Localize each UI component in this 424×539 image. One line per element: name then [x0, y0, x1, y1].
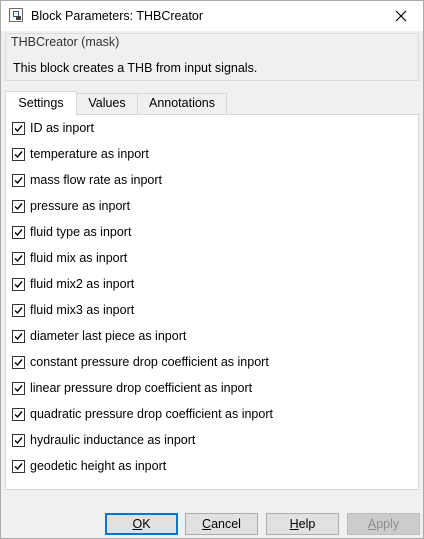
apply-button-label: pply	[376, 517, 400, 531]
checkbox[interactable]	[12, 200, 25, 213]
checkmark-icon	[14, 437, 23, 445]
checkbox-label: pressure as inport	[30, 199, 131, 213]
checkmark-icon	[14, 177, 23, 185]
checkbox-label: fluid mix3 as inport	[30, 303, 135, 317]
checkbox[interactable]	[12, 174, 25, 187]
checkbox-label: mass flow rate as inport	[30, 173, 162, 187]
checkmark-icon	[14, 203, 23, 211]
ok-button[interactable]: OK	[105, 513, 178, 535]
window-title: Block Parameters: THBCreator	[31, 9, 204, 23]
checkbox-label: diameter last piece as inport	[30, 329, 187, 343]
checkbox-label: temperature as inport	[30, 147, 149, 161]
ok-button-label: K	[142, 517, 151, 531]
help-button[interactable]: Help	[266, 513, 339, 535]
checkbox-label: hydraulic inductance as inport	[30, 433, 196, 447]
checkbox[interactable]	[12, 122, 25, 135]
checkbox-label: ID as inport	[30, 121, 94, 135]
checkmark-icon	[14, 255, 23, 263]
tab-settings[interactable]: Settings	[5, 91, 77, 116]
dialog-window: Block Parameters: THBCreator THBCreator …	[0, 0, 424, 539]
checkbox[interactable]	[12, 252, 25, 265]
cancel-button-mnemonic: C	[202, 517, 212, 531]
checkbox-label: fluid type as inport	[30, 225, 132, 239]
checkbox[interactable]	[12, 278, 25, 291]
checkbox-label: fluid mix2 as inport	[30, 277, 135, 291]
mask-description: This block creates a THB from input sign…	[13, 61, 258, 75]
cancel-button-label: ancel	[211, 517, 241, 531]
checkbox-label: fluid mix as inport	[30, 251, 128, 265]
help-button-label: elp	[298, 517, 316, 531]
checkmark-icon	[14, 359, 23, 367]
checkbox[interactable]	[12, 304, 25, 317]
checkbox[interactable]	[12, 408, 25, 421]
checkbox[interactable]	[12, 226, 25, 239]
checkbox-label: quadratic pressure drop coefficient as i…	[30, 407, 273, 421]
close-icon	[395, 10, 407, 22]
checkbox[interactable]	[12, 330, 25, 343]
apply-button[interactable]: Apply	[347, 513, 420, 535]
checkmark-icon	[14, 229, 23, 237]
ok-button-mnemonic: O	[132, 517, 143, 531]
checkbox[interactable]	[12, 434, 25, 447]
checkmark-icon	[14, 333, 23, 341]
checkbox-label: constant pressure drop coefficient as in…	[30, 355, 269, 369]
checkmark-icon	[14, 411, 23, 419]
help-button-mnemonic: H	[289, 517, 299, 531]
checkmark-icon	[14, 281, 23, 289]
checkbox-label: geodetic height as inport	[30, 459, 167, 473]
checkbox[interactable]	[12, 148, 25, 161]
checkbox-label: linear pressure drop coefficient as inpo…	[30, 381, 253, 395]
block-parameters-icon	[9, 8, 23, 22]
title-bar[interactable]: Block Parameters: THBCreator	[1, 1, 423, 31]
checkmark-icon	[14, 151, 23, 159]
checkbox[interactable]	[12, 382, 25, 395]
checkbox[interactable]	[12, 356, 25, 369]
tab-values[interactable]: Values	[76, 93, 138, 114]
cancel-button[interactable]: Cancel	[185, 513, 258, 535]
tab-annotations[interactable]: Annotations	[137, 93, 227, 114]
close-button[interactable]	[379, 1, 423, 31]
checkmark-icon	[14, 463, 23, 471]
checkmark-icon	[14, 125, 23, 133]
settings-panel: ID as inport temperature as inport mass fl…	[5, 114, 419, 490]
checkmark-icon	[14, 385, 23, 393]
mask-group-title: THBCreator (mask)	[9, 35, 122, 49]
checkmark-icon	[14, 307, 23, 315]
checkbox[interactable]	[12, 460, 25, 473]
apply-button-mnemonic: A	[367, 517, 377, 531]
